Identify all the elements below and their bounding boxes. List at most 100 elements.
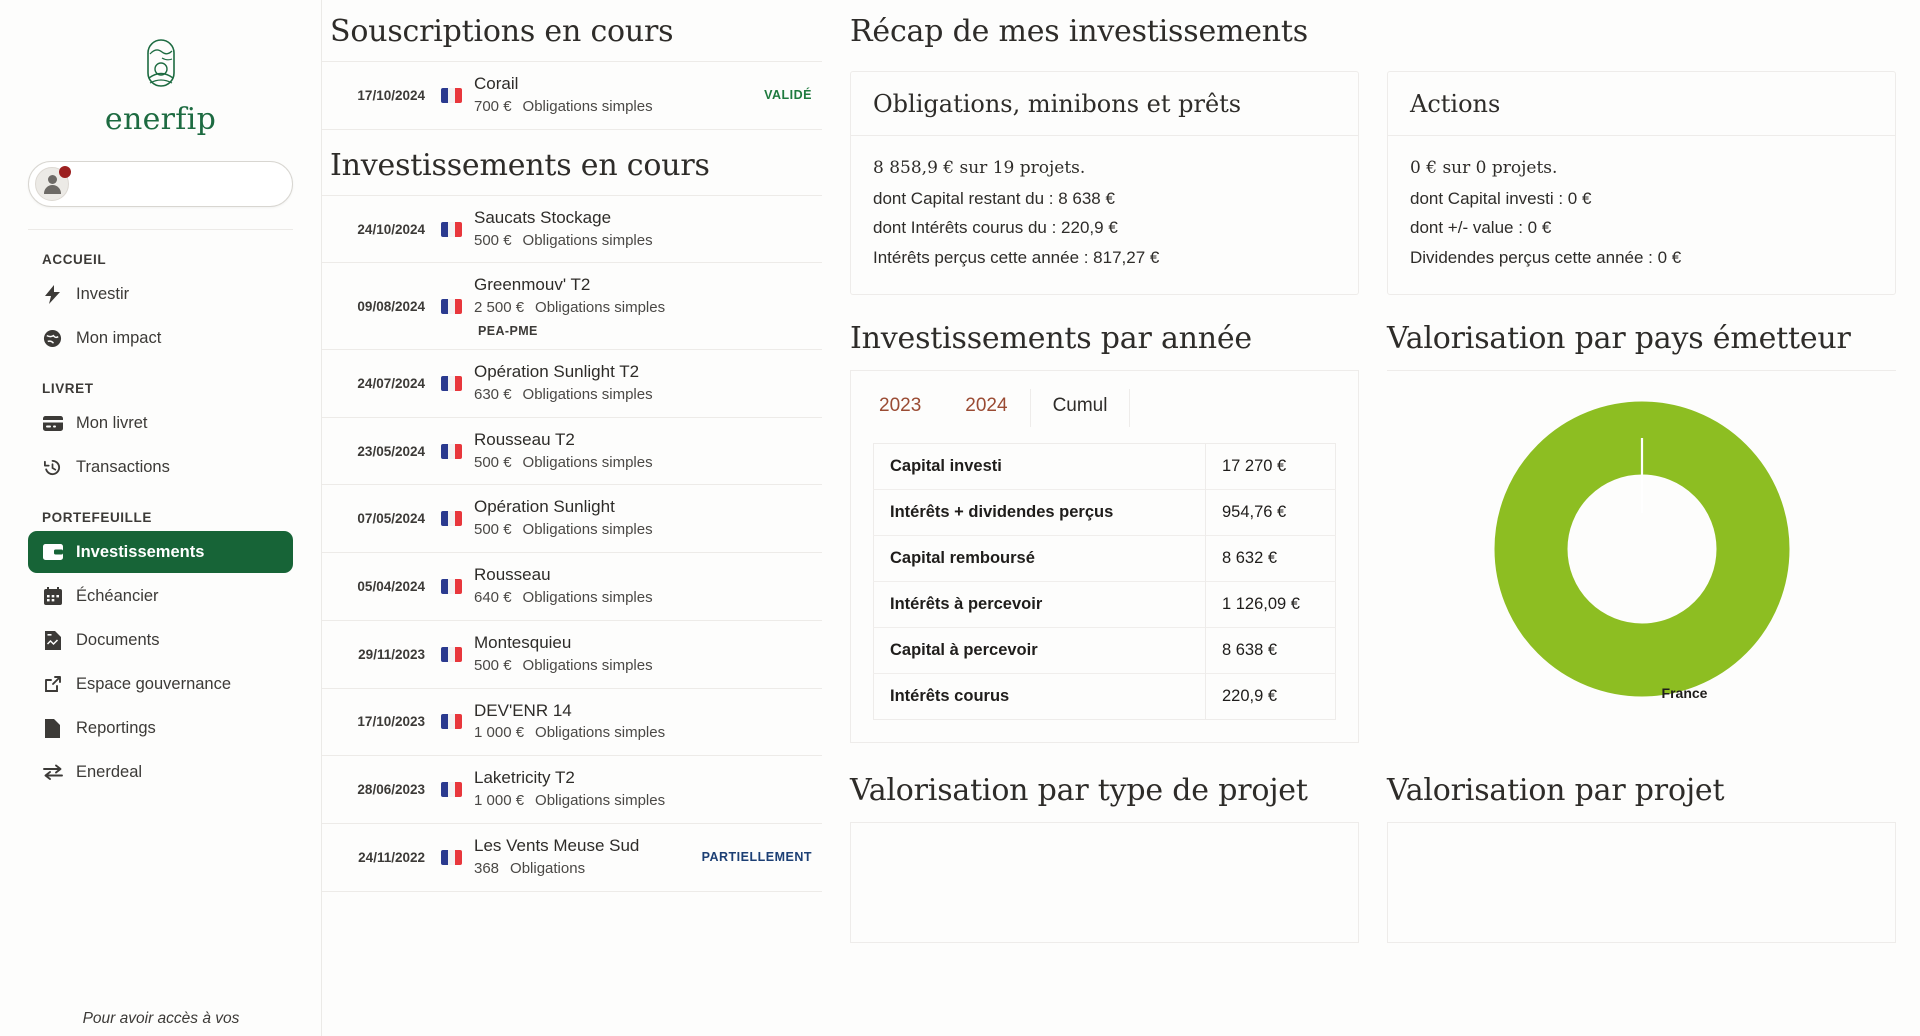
item-info: Rousseau 640 € Obligations simples (474, 564, 812, 609)
by-type-body (850, 823, 1359, 944)
item-type: Obligations simples (535, 724, 666, 742)
sidebar-item-mon-impact[interactable]: Mon impact (28, 317, 293, 359)
item-info: Laketricity T2 1 000 € Obligations simples (474, 767, 812, 812)
sidebar-item-investissements[interactable]: Investissements (28, 531, 293, 573)
item-meta: 500 € Obligations simples (474, 519, 812, 541)
recap-line: dont Capital investi : 0 € (1410, 188, 1592, 208)
sidebar-item-enerdeal[interactable]: Enerdeal (28, 751, 293, 793)
by-year-body: 2023 2024 Cumul Capital investi 17 270 € Int… (850, 371, 1359, 744)
item-date: 05/04/2024 (357, 578, 425, 594)
row-value: 17 270 € (1205, 443, 1336, 490)
list-item[interactable]: 07/05/2024 Opération Sunlight 500 € Obligat… (322, 485, 822, 554)
recap-line: Dividendes perçus cette année : 0 € (1410, 247, 1682, 267)
item-type: Obligations (510, 859, 586, 877)
history-icon (42, 458, 63, 477)
list-item[interactable]: 23/05/2024 Rousseau T2 500 € Obligations si… (322, 418, 822, 486)
fr-flag-icon (441, 578, 462, 594)
item-amount: 640 € (474, 589, 512, 607)
fr-flag-icon (441, 714, 462, 730)
sidebar-item-label: Investir (76, 284, 130, 303)
item-date: 17/10/2023 (357, 714, 425, 730)
item-project-name: DEV'ENR 14 (474, 700, 572, 720)
item-meta: 700 € Obligations simples (474, 96, 754, 118)
recap-line: dont Intérêts courus du : 220,9 € (873, 218, 1118, 238)
year-tab-2024[interactable]: 2024 (943, 389, 1029, 427)
by-project-section: Valorisation par projet (1387, 773, 1896, 944)
item-meta: 500 € Obligations simples (474, 230, 812, 252)
list-item[interactable]: 28/06/2023 Laketricity T2 1 000 € Obligatio… (322, 756, 822, 824)
sidebar-section-accueil: ACCUEIL (42, 252, 107, 267)
item-amount: 2 500 € (474, 299, 525, 317)
item-project-name: Saucats Stockage (474, 207, 612, 227)
investments-title: Investissements en cours (330, 147, 710, 183)
table-row: Intérêts + dividendes perçus 954,76 € (873, 489, 1336, 536)
item-amount: 368 (474, 859, 500, 877)
notification-badge-icon (59, 166, 71, 178)
list-item[interactable]: 17/10/2023 DEV'ENR 14 1 000 € Obligations s… (322, 689, 822, 757)
recap-card: Actions 0 € sur 0 projets. dont Capital in… (1387, 71, 1896, 296)
list-item[interactable]: 24/11/2022 Les Vents Meuse Sud 368 Obligati… (322, 824, 822, 892)
item-date: 29/11/2023 (358, 646, 425, 662)
logo[interactable]: enerfip (28, 0, 293, 137)
fr-flag-icon (441, 646, 462, 662)
item-info: Opération Sunlight T2 630 € Obligations si… (474, 361, 812, 406)
sidebar-item-transactions[interactable]: Transactions (28, 446, 293, 488)
list-item[interactable]: 09/08/2024 Greenmouv' T2 2 500 € Obligation… (322, 263, 822, 351)
sidebar-item-echeancier[interactable]: Échéancier (28, 575, 293, 617)
year-tab-2023[interactable]: 2023 (873, 389, 943, 427)
sidebar-item-mon-livret[interactable]: Mon livret (28, 402, 293, 444)
user-menu-button[interactable] (28, 161, 293, 207)
sidebar-section-portefeuille: PORTEFEUILLE (42, 510, 152, 525)
sidebar-item-label: Transactions (76, 457, 170, 476)
sidebar-item-label: Reportings (76, 718, 156, 737)
item-type: Obligations simples (522, 656, 653, 674)
row-label: Intérêts + dividendes perçus (873, 489, 1206, 536)
row-value: 1 126,09 € (1205, 581, 1336, 628)
item-type: Obligations simples (535, 792, 666, 810)
app-root: enerfip ACCUEIL Investir Mon impact LIVR… (0, 0, 1920, 1036)
list-item[interactable]: 29/11/2023 Montesquieu 500 € Obligations si… (322, 621, 822, 689)
donut-chart[interactable]: France (1409, 389, 1874, 701)
by-country-section: Valorisation par pays émetteur France (1387, 321, 1896, 743)
list-item[interactable]: 24/07/2024 Opération Sunlight T2 630 € Obli… (322, 350, 822, 418)
sidebar-item-label: Documents (76, 630, 160, 649)
bottom-charts-row: Valorisation par type de projet Valorisa… (850, 773, 1896, 944)
year-tab-cumul[interactable]: Cumul (1029, 389, 1131, 428)
avatar[interactable] (35, 166, 71, 201)
donut-chart-svg (1494, 401, 1789, 697)
file-icon (42, 718, 63, 738)
item-project-name: Rousseau (474, 565, 551, 585)
item-project-name: Laketricity T2 (474, 768, 575, 788)
table-row: Capital à percevoir 8 638 € (873, 627, 1336, 674)
avatar-body (43, 185, 61, 194)
item-info: Greenmouv' T2 2 500 € Obligations simples P… (474, 274, 812, 338)
recap-card-body: 0 € sur 0 projets. dont Capital investi :… (1388, 136, 1895, 294)
item-info: Opération Sunlight 500 € Obligations simpl… (474, 496, 812, 541)
status-badge: VALIDÉ (764, 88, 812, 103)
table-row: Intérêts courus 220,9 € (873, 673, 1336, 720)
sidebar-item-investir[interactable]: Investir (28, 273, 293, 315)
list-item[interactable]: 24/10/2024 Saucats Stockage 500 € Obligatio… (322, 196, 822, 264)
subscriptions-list: 17/10/2024 Corail 700 € Obligations simples… (322, 61, 822, 130)
item-project-name: Greenmouv' T2 (474, 275, 591, 295)
row-label: Intérêts à percevoir (873, 581, 1206, 628)
subscriptions-title: Souscriptions en cours (330, 14, 674, 49)
item-date: 23/05/2024 (357, 443, 425, 459)
table-row: Capital remboursé 8 632 € (873, 535, 1336, 582)
item-project-name: Opération Sunlight T2 (474, 362, 640, 382)
by-type-section: Valorisation par type de projet (850, 773, 1359, 944)
list-item[interactable]: 05/04/2024 Rousseau 640 € Obligations simpl… (322, 553, 822, 621)
card-icon (42, 415, 63, 431)
list-item[interactable]: 17/10/2024 Corail 700 € Obligations simples… (322, 62, 822, 130)
item-date: 24/07/2024 (357, 375, 425, 391)
sidebar-item-espace-gouvernance[interactable]: Espace gouvernance (28, 663, 293, 705)
by-project-body (1387, 823, 1896, 944)
sidebar-footnote: Pour avoir accès à vos (82, 1010, 240, 1027)
sidebar-item-reportings[interactable]: Reportings (28, 707, 293, 749)
item-info: Les Vents Meuse Sud 368 Obligations (474, 835, 692, 880)
item-project-name: Montesquieu (474, 632, 572, 652)
row-label: Capital investi (890, 457, 1002, 476)
sidebar-item-documents[interactable]: Documents (28, 619, 293, 661)
item-meta: 500 € Obligations simples (474, 655, 812, 677)
item-meta: 640 € Obligations simples (474, 587, 812, 609)
